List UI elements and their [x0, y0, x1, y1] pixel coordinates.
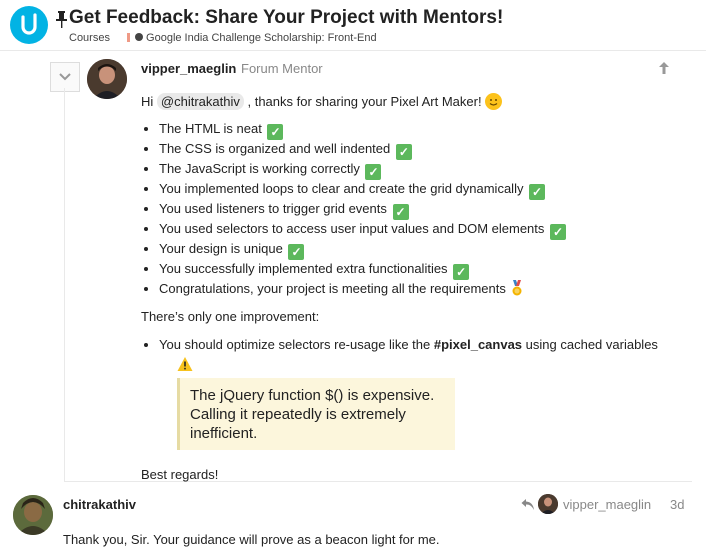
category-color-badge	[127, 33, 131, 42]
avatar[interactable]	[13, 495, 53, 535]
list-item: The JavaScript is working correctly ✓	[159, 160, 686, 180]
greeting-post: , thanks for sharing your Pixel Art Make…	[247, 94, 482, 109]
check-mark-icon: ✓	[288, 244, 305, 260]
page-title[interactable]: Get Feedback: Share Your Project with Me…	[69, 7, 503, 29]
udacity-logo-icon[interactable]	[10, 6, 48, 44]
list-item: The HTML is neat ✓	[159, 120, 686, 140]
closing-text: Best regards!	[141, 467, 219, 482]
check-mark-icon: ✓	[550, 224, 567, 240]
list-item: You implemented loops to clear and creat…	[159, 180, 686, 200]
collapse-button[interactable]	[50, 62, 80, 92]
list-item: You used listeners to trigger grid event…	[159, 200, 686, 220]
greeting-pre: Hi	[141, 94, 154, 109]
list-item: Your design is unique ✓	[159, 240, 686, 260]
check-mark-icon: ✓	[395, 144, 412, 160]
check-mark-icon: ✓	[365, 164, 382, 180]
pin-icon	[56, 11, 67, 28]
code-highlight: #pixel_canvas	[433, 337, 523, 352]
post-date[interactable]: 3d	[670, 497, 684, 512]
reply-to-avatar[interactable]	[538, 494, 558, 514]
list-item: Congratulations, your project is meeting…	[159, 280, 686, 298]
breadcrumb-category[interactable]: Google India Challenge Scholarship: Fron…	[146, 32, 377, 44]
post-username[interactable]: vipper_maeglin	[141, 61, 236, 76]
check-mark-icon: ✓	[453, 264, 470, 280]
arrow-up-icon[interactable]	[657, 61, 671, 75]
improvement-list: You should optimize selectors re-usage l…	[141, 336, 686, 354]
thread-divider	[64, 88, 65, 481]
user-title: Forum Mentor	[241, 61, 323, 76]
medal-icon	[512, 280, 522, 296]
list-item: You used selectors to access user input …	[159, 220, 686, 240]
breadcrumb: Courses Google India Challenge Scholarsh…	[69, 32, 377, 44]
improvement-text-end: using cached variables	[525, 337, 658, 352]
smile-emoji-icon	[485, 93, 503, 110]
checklist: The HTML is neat ✓ The CSS is organized …	[141, 120, 686, 298]
warning-icon	[177, 357, 193, 371]
list-item: You successfully implemented extra funct…	[159, 260, 686, 280]
check-mark-icon: ✓	[529, 184, 546, 200]
greeting: Hi @chitrakathiv , thanks for sharing yo…	[141, 92, 686, 112]
topic-header: Get Feedback: Share Your Project with Me…	[0, 0, 706, 51]
list-item: You should optimize selectors re-usage l…	[159, 336, 686, 354]
post-username[interactable]: chitrakathiv	[63, 497, 136, 512]
reply-arrow-icon	[521, 499, 534, 510]
reply-to-username[interactable]: vipper_maeglin	[563, 497, 651, 512]
check-mark-icon: ✓	[392, 204, 409, 220]
blockquote: The jQuery function $() is expensive. Ca…	[177, 378, 455, 450]
avatar[interactable]	[87, 59, 127, 99]
list-item: The CSS is organized and well indented ✓	[159, 140, 686, 160]
breadcrumb-courses[interactable]: Courses	[69, 32, 110, 44]
post-body: Thank you, Sir. Your guidance will prove…	[63, 532, 440, 547]
improvement-intro: There’s only one improvement:	[141, 309, 320, 324]
mention-link[interactable]: @chitrakathiv	[156, 93, 244, 110]
chevron-down-icon	[59, 73, 71, 81]
improvement-text: You should optimize selectors re-usage l…	[159, 337, 431, 352]
circle-icon	[135, 33, 144, 41]
check-mark-icon: ✓	[267, 124, 284, 140]
post-body: Hi @chitrakathiv , thanks for sharing yo…	[141, 92, 686, 484]
